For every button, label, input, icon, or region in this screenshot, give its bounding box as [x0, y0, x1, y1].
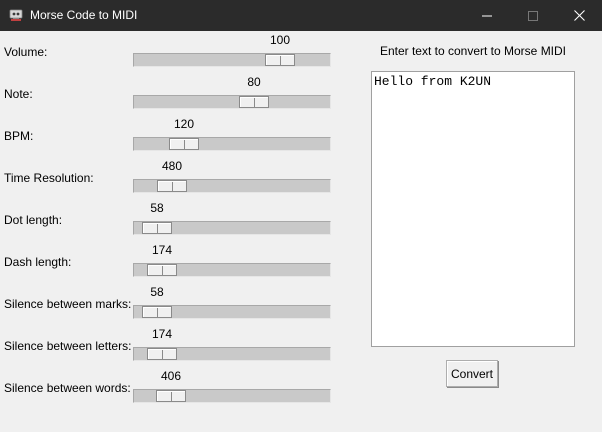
slider-thumb[interactable]: [169, 138, 199, 150]
slider-thumb[interactable]: [239, 96, 269, 108]
slider-row: Dash length: 174: [0, 241, 340, 283]
convert-button[interactable]: Convert: [446, 360, 498, 387]
slider-row: Time Resolution: 480: [0, 157, 340, 199]
close-icon: [573, 10, 585, 21]
slider-label: Volume:: [4, 45, 48, 59]
slider-row: Silence between marks: 58: [0, 283, 340, 325]
slider-thumb[interactable]: [142, 306, 172, 318]
slider-row: Silence between letters: 174: [0, 325, 340, 367]
window-title: Morse Code to MIDI: [30, 8, 138, 22]
slider-row: BPM: 120: [0, 115, 340, 157]
slider-thumb[interactable]: [156, 390, 186, 402]
text-prompt-label: Enter text to convert to Morse MIDI: [379, 44, 567, 58]
title-bar[interactable]: Morse Code to MIDI: [0, 0, 602, 31]
slider-thumb[interactable]: [157, 180, 187, 192]
slider-value: 406: [160, 369, 182, 383]
slider-value: 80: [247, 75, 261, 89]
close-button[interactable]: [556, 0, 602, 31]
slider-thumb[interactable]: [147, 264, 177, 276]
slider-label: Dash length:: [4, 255, 72, 269]
silence-words-slider[interactable]: [133, 389, 331, 403]
slider-row: Silence between words: 406: [0, 367, 340, 409]
slider-value: 100: [269, 33, 291, 47]
volume-slider[interactable]: [133, 53, 331, 67]
time-resolution-slider[interactable]: [133, 179, 331, 193]
app-icon: [8, 7, 24, 23]
dash-length-slider[interactable]: [133, 263, 331, 277]
slider-row: Note: 80: [0, 73, 340, 115]
dot-length-slider[interactable]: [133, 221, 331, 235]
maximize-button[interactable]: [510, 0, 556, 31]
slider-label: BPM:: [4, 129, 34, 143]
slider-thumb[interactable]: [142, 222, 172, 234]
main-window: Morse Code to MIDI Volume: 100 Note: 80 …: [0, 0, 602, 432]
note-slider[interactable]: [133, 95, 331, 109]
slider-value: 174: [151, 327, 173, 341]
slider-thumb[interactable]: [147, 348, 177, 360]
slider-value: 58: [150, 201, 164, 215]
slider-label: Dot length:: [4, 213, 63, 227]
morse-text-input[interactable]: Hello from K2UN: [371, 71, 575, 347]
slider-value: 174: [151, 243, 173, 257]
slider-label: Silence between marks:: [4, 297, 132, 311]
slider-label: Silence between letters:: [4, 339, 132, 353]
slider-thumb[interactable]: [265, 54, 295, 66]
slider-row: Dot length: 58: [0, 199, 340, 241]
slider-value: 58: [150, 285, 164, 299]
slider-value: 120: [173, 117, 195, 131]
client-area: Volume: 100 Note: 80 BPM: 120 Time Resol…: [0, 31, 602, 432]
slider-row: Volume: 100: [0, 31, 340, 73]
minimize-icon: [482, 15, 492, 16]
slider-label: Note:: [4, 87, 33, 101]
minimize-button[interactable]: [464, 0, 510, 31]
slider-label: Time Resolution:: [4, 171, 94, 185]
slider-label: Silence between words:: [4, 381, 131, 395]
maximize-icon: [528, 10, 538, 21]
slider-value: 480: [161, 159, 183, 173]
bpm-slider[interactable]: [133, 137, 331, 151]
silence-marks-slider[interactable]: [133, 305, 331, 319]
silence-letters-slider[interactable]: [133, 347, 331, 361]
